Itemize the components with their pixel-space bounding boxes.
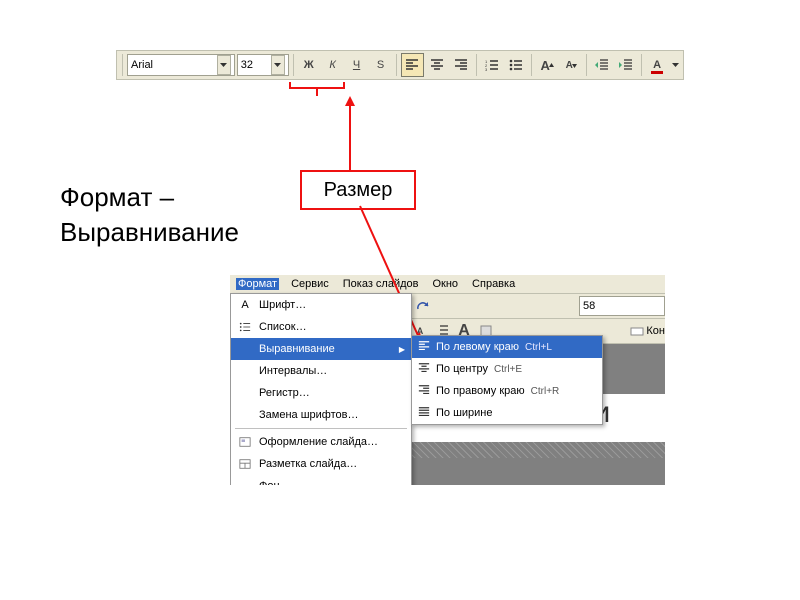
- decrease-indent-button[interactable]: [591, 54, 613, 76]
- decrease-font-button[interactable]: A: [560, 54, 582, 76]
- separator: [396, 54, 397, 76]
- blank-icon: [237, 407, 253, 423]
- app-window-fragment: Формат Сервис Показ слайдов Окно Справка…: [230, 275, 665, 485]
- align-right-button[interactable]: [450, 54, 472, 76]
- font-name: Arial: [131, 59, 153, 71]
- font-selector[interactable]: Arial: [127, 54, 235, 76]
- menu-item-background[interactable]: Фон…: [231, 475, 411, 485]
- callout-box: Размер: [300, 170, 416, 210]
- align-center-button[interactable]: [426, 54, 448, 76]
- align-right-icon: [418, 384, 430, 399]
- menu-item-replace-fonts[interactable]: Замена шрифтов…: [231, 404, 411, 426]
- align-center-icon: [418, 362, 430, 377]
- menu-slideshow[interactable]: Показ слайдов: [341, 278, 421, 290]
- italic-button[interactable]: К: [322, 54, 344, 76]
- increase-font-button[interactable]: A: [536, 54, 558, 76]
- design-icon: [237, 434, 253, 450]
- layout-icon: [237, 456, 253, 472]
- submenu-item-center[interactable]: По центру Ctrl+E: [412, 358, 602, 380]
- bold-button[interactable]: Ж: [298, 54, 320, 76]
- tail-text: Кон: [646, 325, 665, 337]
- zoom-value: 58: [583, 300, 595, 312]
- alignment-submenu: По левому краю Ctrl+L По центру Ctrl+E П…: [411, 335, 603, 425]
- redo-icon[interactable]: [412, 296, 432, 316]
- shadow-button[interactable]: S: [370, 54, 392, 76]
- menu-item-slide-layout[interactable]: Разметка слайда…: [231, 453, 411, 475]
- separator: [476, 54, 477, 76]
- submenu-item-right[interactable]: По правому краю Ctrl+R: [412, 380, 602, 402]
- menu-item-list[interactable]: Список…: [231, 316, 411, 338]
- chevron-down-icon[interactable]: [271, 55, 285, 75]
- submenu-item-justify[interactable]: По ширине: [412, 402, 602, 424]
- submenu-item-left[interactable]: По левому краю Ctrl+L: [412, 336, 602, 358]
- title-line: Выравнивание: [60, 217, 239, 247]
- menu-item-intervals[interactable]: Интервалы…: [231, 360, 411, 382]
- separator: [122, 54, 123, 76]
- separator: [293, 54, 294, 76]
- zoom-field[interactable]: 58: [579, 296, 665, 316]
- align-left-button[interactable]: [401, 53, 425, 77]
- font-size-selector[interactable]: 32: [237, 54, 289, 76]
- blank-icon: [237, 478, 253, 485]
- svg-text:3: 3: [485, 67, 488, 72]
- align-justify-icon: [418, 406, 430, 421]
- separator: [235, 428, 407, 429]
- chevron-down-icon[interactable]: [217, 55, 231, 75]
- font-size: 32: [241, 59, 253, 71]
- font-color-button[interactable]: A: [646, 54, 668, 76]
- blank-icon: [237, 341, 253, 357]
- separator: [531, 54, 532, 76]
- bulleted-list-button[interactable]: [505, 54, 527, 76]
- list-icon: [237, 319, 253, 335]
- menu-item-case[interactable]: Регистр…: [231, 382, 411, 404]
- separator: [641, 54, 642, 76]
- menu-help[interactable]: Справка: [470, 278, 517, 290]
- annotation-title: Формат – Выравнивание: [60, 180, 239, 250]
- font-icon: A: [237, 297, 253, 313]
- font-color-dropdown-button[interactable]: [670, 54, 680, 76]
- format-menu: A Шрифт… Список… Выравнивание ▶ Интервал…: [230, 293, 412, 485]
- blank-icon: [237, 363, 253, 379]
- menu-window[interactable]: Окно: [430, 278, 460, 290]
- menu-item-alignment[interactable]: Выравнивание ▶: [231, 338, 411, 360]
- toolbar-tail: Кон: [630, 324, 665, 338]
- blank-icon: [237, 385, 253, 401]
- increase-indent-button[interactable]: [615, 54, 637, 76]
- menu-item-slide-design[interactable]: Оформление слайда…: [231, 431, 411, 453]
- formatting-toolbar: Arial 32 Ж К Ч S 123 A A A: [116, 50, 684, 80]
- menu-format[interactable]: Формат: [236, 278, 279, 290]
- generic-icon: [630, 324, 644, 338]
- menu-service[interactable]: Сервис: [289, 278, 331, 290]
- align-left-icon: [418, 340, 430, 355]
- placeholder-border: [400, 442, 665, 458]
- underline-button[interactable]: Ч: [346, 54, 368, 76]
- separator: [586, 54, 587, 76]
- menu-item-font[interactable]: A Шрифт…: [231, 294, 411, 316]
- submenu-arrow-icon: ▶: [399, 345, 405, 354]
- menu-bar: Формат Сервис Показ слайдов Окно Справка: [230, 275, 665, 294]
- callout-label: Размер: [324, 179, 393, 202]
- numbered-list-button[interactable]: 123: [481, 54, 503, 76]
- title-line: Формат –: [60, 182, 174, 212]
